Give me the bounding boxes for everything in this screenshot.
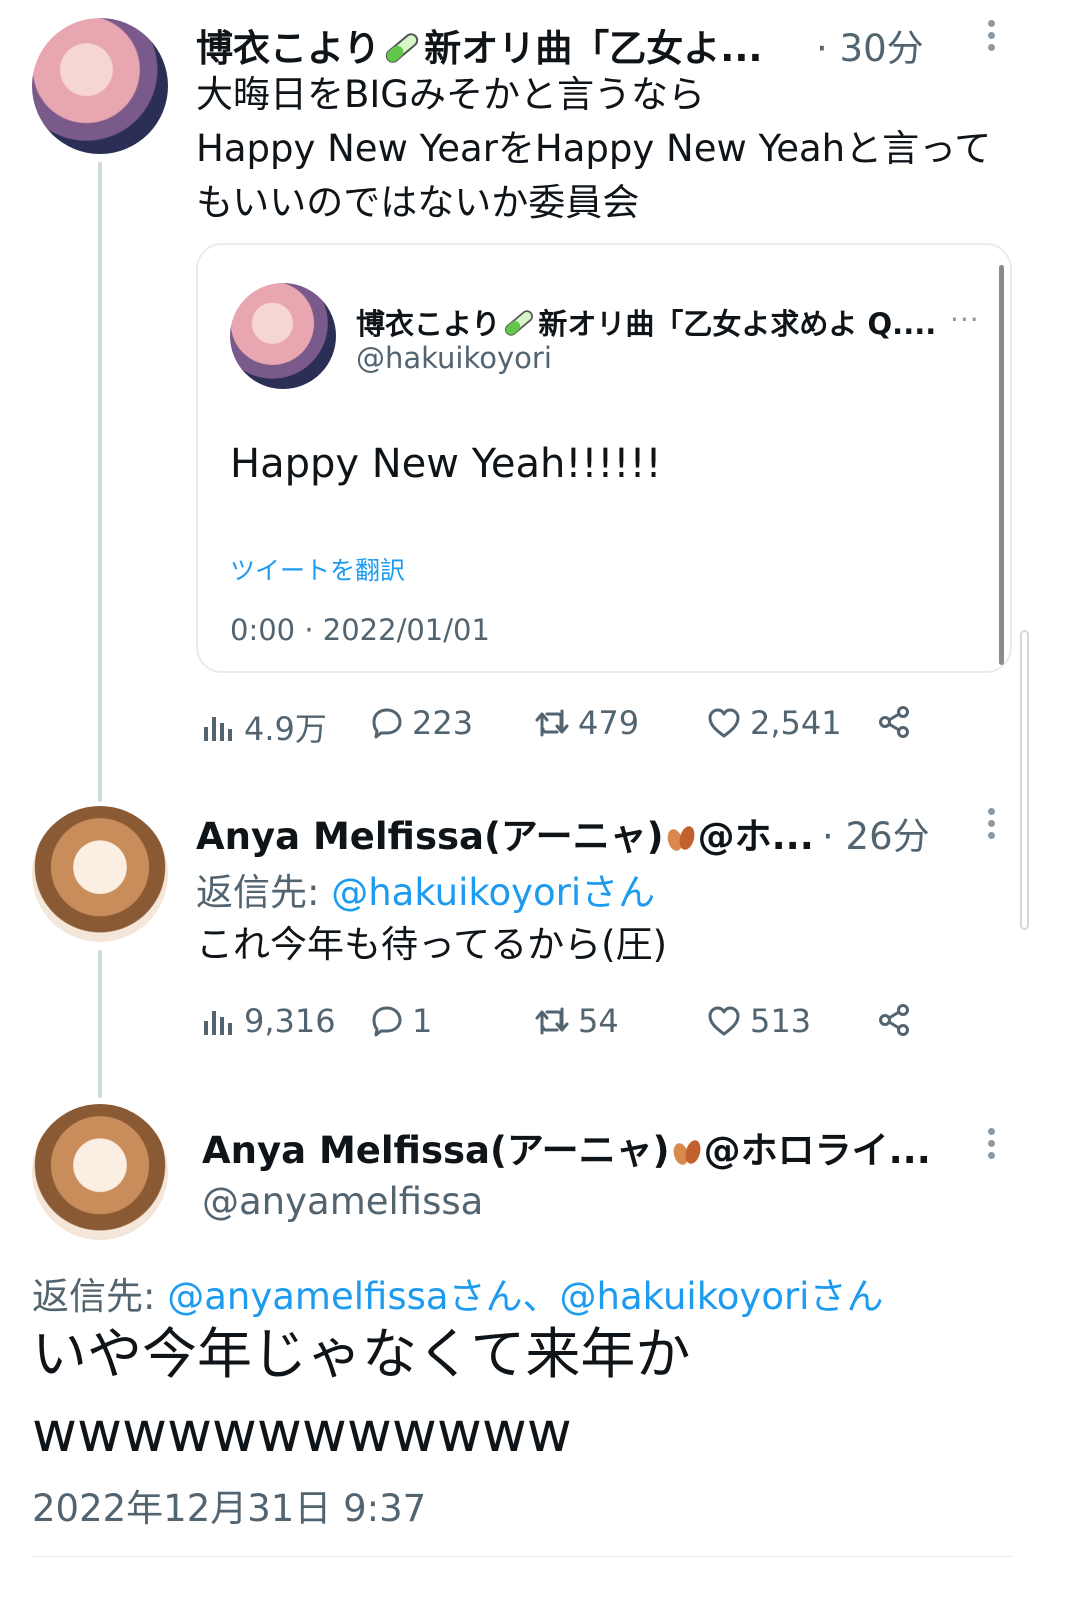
- quote-author-name: 博衣こより 新オリ曲「乙女よ求めよ Q....: [356, 307, 937, 341]
- avatar-anya[interactable]: [32, 1104, 168, 1240]
- thread-line: [98, 950, 102, 1098]
- more-icon[interactable]: ···: [950, 303, 980, 336]
- views-icon: [204, 1011, 232, 1035]
- divider: [32, 1556, 1012, 1557]
- share-icon: [879, 706, 909, 738]
- mention-link[interactable]: @hakuikoyoriさん: [331, 871, 655, 914]
- reply-to-line: 返信先: @hakuikoyoriさん: [196, 871, 656, 914]
- avatar-koyori[interactable]: [32, 18, 168, 154]
- tweet-text: いや今年じゃなくて来年か: [32, 1322, 691, 1386]
- tweet-time[interactable]: · 30分: [816, 18, 924, 72]
- like-button[interactable]: 2,541: [706, 704, 842, 742]
- quote-handle: @hakuikoyori: [356, 341, 552, 375]
- avatar-anya[interactable]: [32, 806, 168, 942]
- retweet-icon: [535, 709, 569, 737]
- author-handle[interactable]: @anyamelfissa: [202, 1180, 483, 1223]
- tweet-text: wwwwwwwwwwww: [32, 1400, 572, 1464]
- page-scrollbar[interactable]: [1020, 630, 1029, 930]
- reply-button[interactable]: 223: [368, 704, 473, 742]
- more-icon[interactable]: [988, 808, 998, 844]
- like-button[interactable]: 513: [706, 1002, 811, 1040]
- tweet-text: これ今年も待ってるから(圧): [196, 923, 668, 966]
- test-tube-icon: [505, 310, 534, 336]
- tweet-text: 大晦日をBIGみそかと言うなら Happy New YearをHappy New…: [196, 73, 992, 224]
- retweet-icon: [535, 1007, 569, 1035]
- quote-text: Happy New Yeah!!!!!!: [230, 441, 662, 487]
- like-icon: [708, 708, 740, 738]
- share-button[interactable]: [876, 1002, 912, 1038]
- views-button[interactable]: 4.9万: [200, 704, 327, 750]
- tweet-time[interactable]: · 26分: [822, 806, 930, 860]
- author-name[interactable]: Anya Melfissa(アーニャ) @ホ...: [196, 806, 814, 860]
- views-icon: [204, 717, 232, 741]
- retweet-button[interactable]: 479: [534, 704, 639, 742]
- reply-icon: [372, 708, 402, 739]
- mention-link[interactable]: @anyamelfissaさん、@hakuikoyoriさん: [167, 1275, 883, 1318]
- reply-button[interactable]: 1: [368, 1002, 432, 1040]
- more-icon[interactable]: [988, 20, 998, 56]
- share-icon: [879, 1004, 909, 1036]
- views-button[interactable]: 9,316: [200, 1002, 336, 1040]
- quote-time: 0:00 · 2022/01/01: [230, 613, 490, 647]
- share-button[interactable]: [876, 704, 912, 740]
- thread-line: [98, 162, 102, 802]
- reply-to-line: 返信先: @anyamelfissaさん、@hakuikoyoriさん: [32, 1275, 884, 1318]
- translate-link[interactable]: ツイートを翻訳: [230, 551, 405, 587]
- leaf-icon: [667, 826, 695, 851]
- retweet-button[interactable]: 54: [534, 1002, 619, 1040]
- more-icon[interactable]: [988, 1128, 998, 1164]
- author-name[interactable]: 博衣こより 新オリ曲「乙女よ...: [196, 18, 762, 72]
- quote-scrollbar[interactable]: [999, 265, 1004, 665]
- reply-icon: [372, 1006, 402, 1037]
- author-name[interactable]: Anya Melfissa(アーニャ) @ホロライ...: [202, 1120, 931, 1174]
- leaf-icon: [673, 1140, 701, 1165]
- test-tube-icon: [386, 33, 419, 63]
- avatar-koyori: [230, 283, 336, 389]
- tweet-timestamp[interactable]: 2022年12月31日 9:37: [32, 1478, 426, 1532]
- like-icon: [708, 1006, 740, 1036]
- quoted-tweet[interactable]: 博衣こより 新オリ曲「乙女よ求めよ Q.... ··· @hakuikoyori …: [196, 243, 1012, 673]
